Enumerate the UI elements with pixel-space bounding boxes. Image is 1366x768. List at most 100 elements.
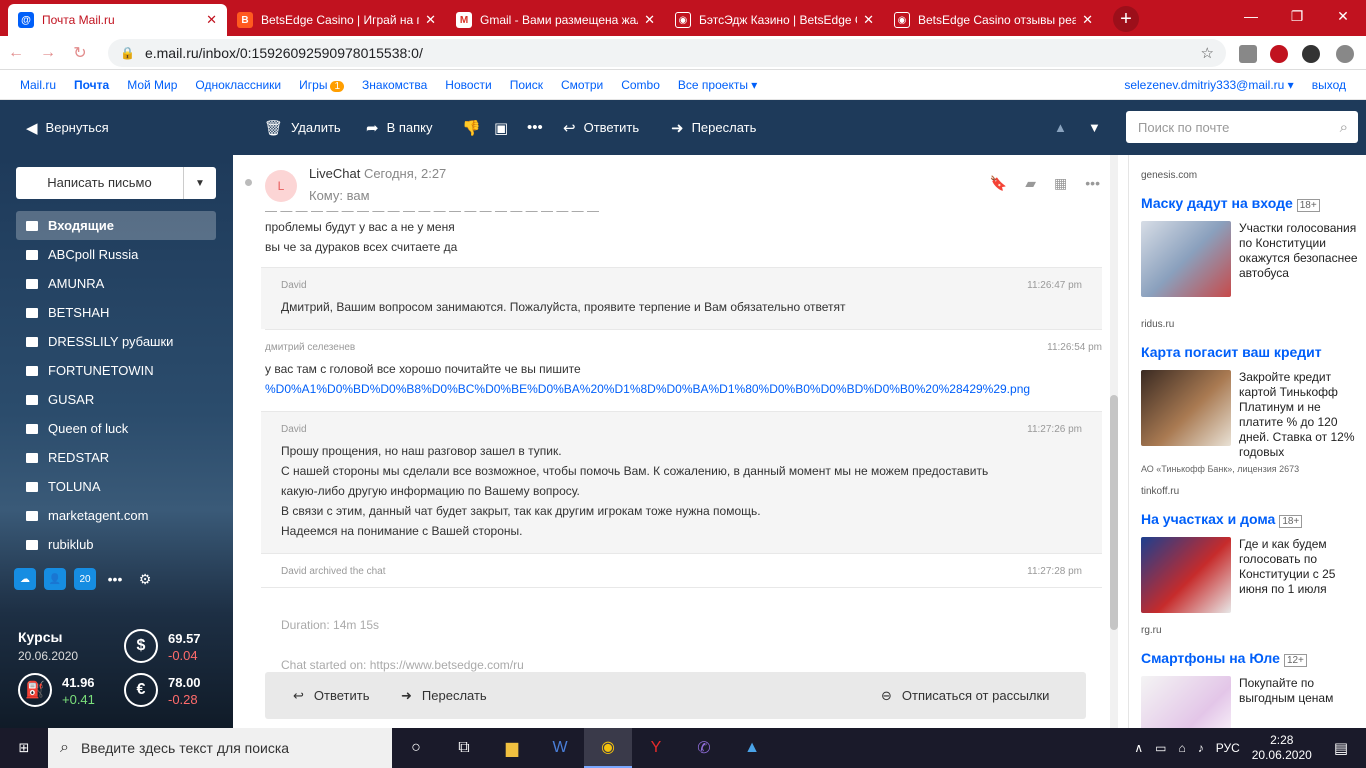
folder-item[interactable]: TOLUNA xyxy=(16,472,216,501)
bookmark-icon[interactable]: 🔖 xyxy=(990,175,1007,192)
delete-button[interactable]: 🗑 Удалить xyxy=(264,100,341,155)
close-icon[interactable]: ✕ xyxy=(206,12,217,28)
word-icon[interactable]: W xyxy=(536,728,584,768)
close-icon[interactable]: ✕ xyxy=(1082,12,1093,28)
more-button[interactable]: ••• xyxy=(527,100,543,155)
folder-item[interactable]: FORTUNETOWIN xyxy=(16,356,216,385)
forward-button[interactable]: ➜ Переслать xyxy=(401,688,487,704)
portal-link-mailru[interactable]: Mail.ru xyxy=(20,78,56,92)
reply-button[interactable]: ↩ Ответить xyxy=(563,100,639,155)
eur-rate[interactable]: € 78.00 -0.28 xyxy=(124,673,201,707)
folder-item[interactable]: Queen of luck xyxy=(16,414,216,443)
language-indicator[interactable]: РУС xyxy=(1216,741,1240,755)
ad-title[interactable]: На участках и дома 18+ xyxy=(1141,511,1303,528)
portal-link-mail[interactable]: Почта xyxy=(74,78,109,92)
yandex-browser-icon[interactable]: Y xyxy=(632,728,680,768)
ad-title[interactable]: Карта погасит ваш кредит xyxy=(1141,344,1322,360)
chrome-icon[interactable]: ◉ xyxy=(584,728,632,768)
reload-icon[interactable]: ↻ xyxy=(64,43,96,63)
extension-icon[interactable] xyxy=(1270,45,1288,63)
tab-betsedge-reviews[interactable]: ◉ BetsEdge Casino отзывы реаль ✕ xyxy=(884,4,1103,36)
clock[interactable]: 2:28 20.06.2020 xyxy=(1252,733,1312,763)
compose-button[interactable]: Написать письмо ▼ xyxy=(16,167,216,199)
portal-link-news[interactable]: Новости xyxy=(445,78,491,92)
search-icon[interactable]: ⌕ xyxy=(1340,119,1348,136)
scrollbar[interactable] xyxy=(1110,155,1118,728)
new-tab-button[interactable]: + xyxy=(1113,6,1139,32)
maximize-icon[interactable]: ❐ xyxy=(1274,0,1320,32)
contacts-icon[interactable]: 👤 xyxy=(44,568,66,590)
video-call-icon[interactable]: ▰ xyxy=(1025,175,1036,192)
folder-item[interactable]: GUSAR xyxy=(16,385,216,414)
close-icon[interactable]: ✕ xyxy=(644,12,655,28)
taskbar-search-input[interactable]: ⌕ Введите здесь текст для поиска xyxy=(48,728,392,768)
user-email-menu[interactable]: selezenev.dmitriy333@mail.ru ▾ xyxy=(1124,78,1293,92)
extension-icon[interactable] xyxy=(1302,45,1320,63)
ad-image[interactable] xyxy=(1141,537,1231,613)
attachment-link[interactable]: %D0%A1%D0%BD%D0%B8%D0%BC%D0%BE%D0%BA%20%… xyxy=(265,379,1102,399)
folder-item[interactable]: BETSHAH xyxy=(16,298,216,327)
folder-item[interactable]: rubiklub xyxy=(16,530,216,559)
folder-item[interactable]: ABCpoll Russia xyxy=(16,240,216,269)
folder-item[interactable]: REDSTAR xyxy=(16,443,216,472)
profile-avatar[interactable] xyxy=(1336,45,1354,63)
calendar-icon[interactable]: 20 xyxy=(74,568,96,590)
usd-rate[interactable]: $ 69.57 -0.04 xyxy=(124,629,201,663)
portal-link-games[interactable]: Игры 1 xyxy=(299,78,345,92)
tab-betsedge[interactable]: B BetsEdge Casino | Играй на по ✕ xyxy=(227,4,446,36)
photos-icon[interactable]: ▲ xyxy=(728,728,776,768)
close-icon[interactable]: ✕ xyxy=(425,12,436,28)
close-window-icon[interactable]: ✕ xyxy=(1320,0,1366,32)
folder-item[interactable]: marketagent.com xyxy=(16,501,216,530)
compose-dropdown-icon[interactable]: ▼ xyxy=(184,178,216,189)
sender[interactable]: LiveChat Сегодня, 2:27 xyxy=(309,166,446,181)
unread-dot-icon[interactable] xyxy=(245,179,252,186)
portal-link-dating[interactable]: Знакомства xyxy=(362,78,427,92)
ad-image[interactable] xyxy=(1141,221,1231,297)
portal-link-search[interactable]: Поиск xyxy=(510,78,543,92)
portal-link-ok[interactable]: Одноклассники xyxy=(195,78,281,92)
next-message-button[interactable]: ▼ xyxy=(1088,100,1101,155)
notifications-icon[interactable]: ▤ xyxy=(1334,739,1348,757)
extension-icon[interactable] xyxy=(1239,45,1257,63)
url-input[interactable]: 🔒 e.mail.ru/inbox/0:15926092590978015538… xyxy=(108,39,1226,67)
reply-button[interactable]: ↩ Ответить xyxy=(293,688,369,704)
close-icon[interactable]: ✕ xyxy=(863,12,874,28)
more-dots-icon[interactable]: ••• xyxy=(1085,175,1100,192)
windows-start-icon[interactable]: ⊞ xyxy=(0,728,48,768)
archive-button[interactable]: ▣ xyxy=(494,100,508,155)
ad-image[interactable] xyxy=(1141,370,1231,446)
unsubscribe-button[interactable]: ⊖ Отписаться от рассылки xyxy=(881,688,1049,704)
portal-link-combo[interactable]: Combo xyxy=(621,78,660,92)
tab-mail[interactable]: @ Почта Mail.ru ✕ xyxy=(8,4,227,36)
back-arrow-icon[interactable]: ← xyxy=(0,44,32,62)
spam-button[interactable]: 👎 xyxy=(462,100,481,155)
task-view-icon[interactable]: ⧉ xyxy=(440,728,488,768)
file-explorer-icon[interactable]: ▆ xyxy=(488,728,536,768)
move-to-folder-button[interactable]: ➦ В папку xyxy=(366,100,433,155)
volume-icon[interactable]: ♪ xyxy=(1198,741,1204,755)
forward-arrow-icon[interactable]: → xyxy=(32,44,64,62)
ad-title[interactable]: Маску дадут на входе 18+ xyxy=(1141,195,1320,212)
mail-search-input[interactable]: Поиск по почте ⌕ xyxy=(1126,111,1358,143)
cloud-icon[interactable]: ☁ xyxy=(14,568,36,590)
previous-message-button[interactable]: ▲ xyxy=(1054,100,1067,155)
battery-icon[interactable]: ▭ xyxy=(1155,741,1166,755)
cortana-icon[interactable]: ○ xyxy=(392,728,440,768)
portal-link-watch[interactable]: Смотри xyxy=(561,78,603,92)
settings-gear-icon[interactable]: ⚙ xyxy=(134,568,156,590)
folder-item[interactable]: DRESSLILY рубашки xyxy=(16,327,216,356)
folder-item[interactable]: AMUNRA xyxy=(16,269,216,298)
calendar-icon[interactable]: ▦ xyxy=(1054,175,1067,192)
logout-link[interactable]: выход xyxy=(1312,78,1346,92)
more-apps-icon[interactable]: ••• xyxy=(104,568,126,590)
viber-icon[interactable]: ✆ xyxy=(680,728,728,768)
tray-chevron-up-icon[interactable]: ∧ xyxy=(1134,741,1143,755)
tab-betsedge-ru[interactable]: ◉ БэтсЭдж Казино | BetsEdge Cas ✕ xyxy=(665,4,884,36)
forward-button[interactable]: ➜ Переслать xyxy=(671,100,756,155)
ad-image[interactable] xyxy=(1141,676,1231,728)
minimize-icon[interactable]: — xyxy=(1228,0,1274,32)
portal-link-all-projects[interactable]: Все проекты ▾ xyxy=(678,78,757,92)
tab-gmail[interactable]: M Gmail - Вами размещена жалоб ✕ xyxy=(446,4,665,36)
back-button[interactable]: ◀ Вернуться xyxy=(26,100,109,155)
